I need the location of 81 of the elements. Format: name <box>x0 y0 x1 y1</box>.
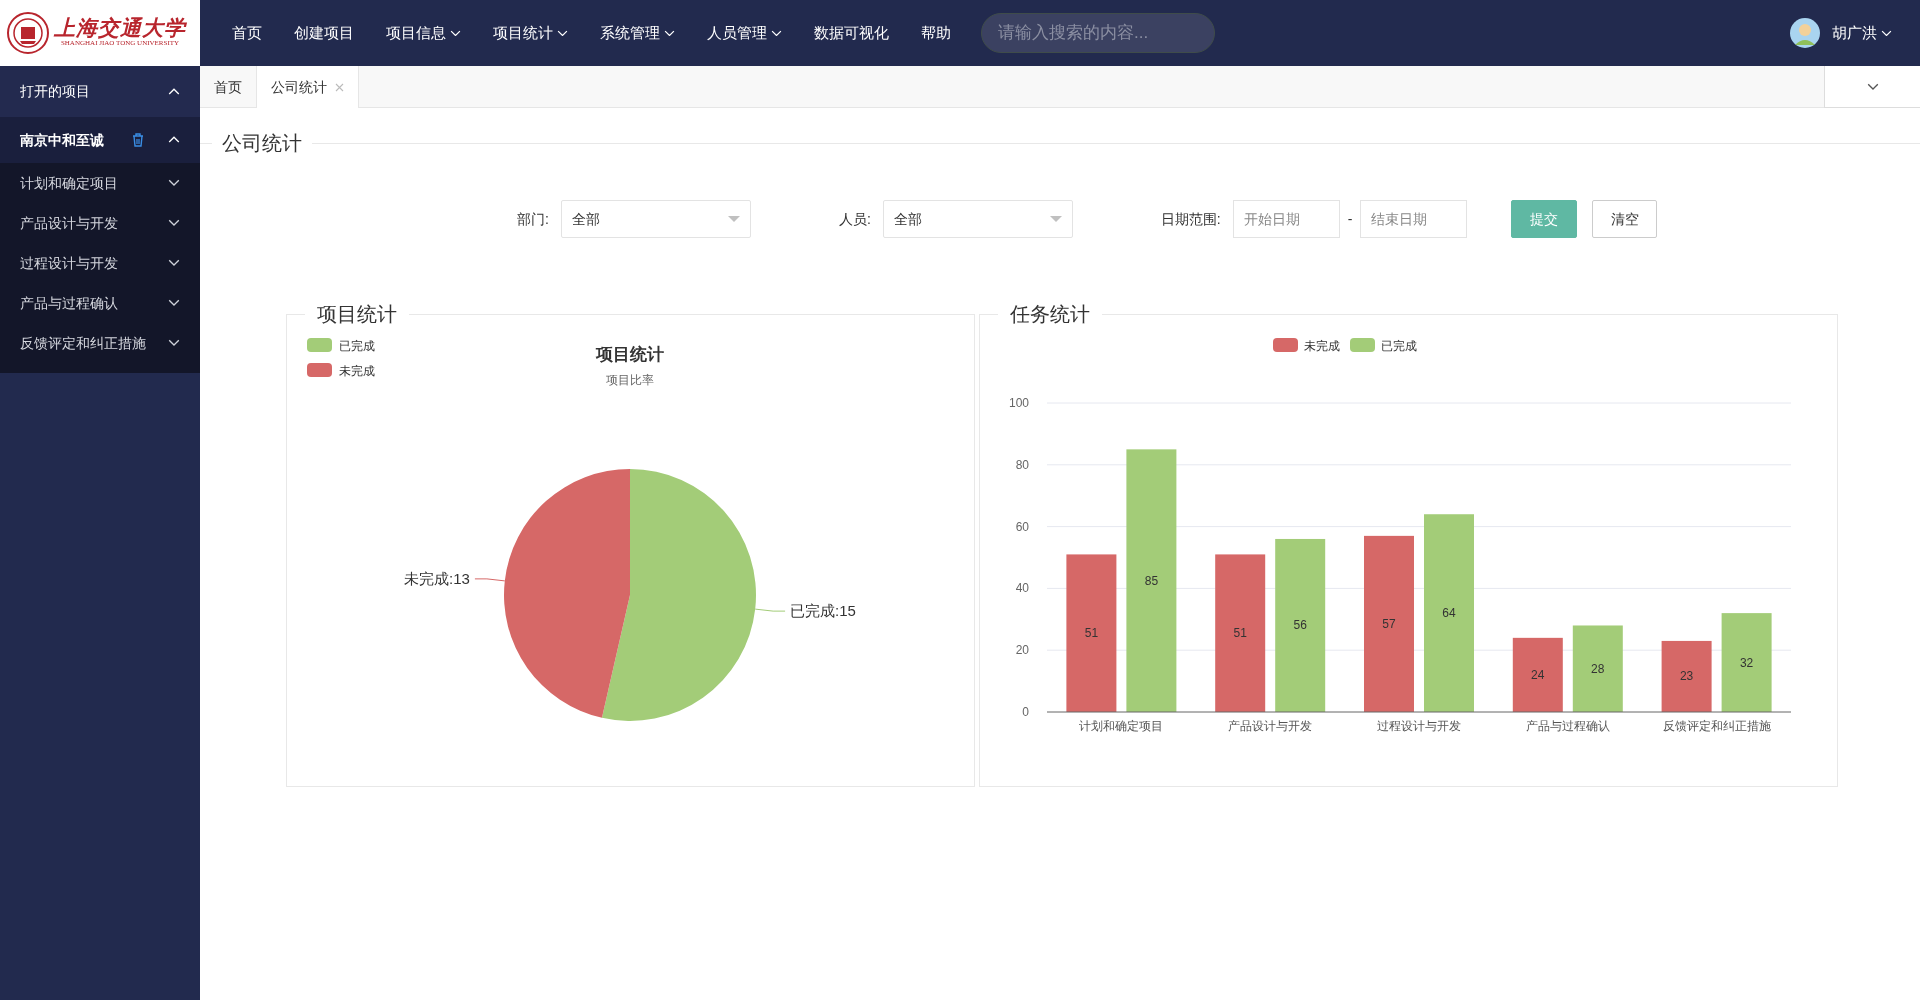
trash-icon[interactable] <box>132 133 144 147</box>
emblem-icon <box>6 11 50 55</box>
nav-menu[interactable]: 项目统计 <box>477 21 584 45</box>
filter-label: 人员: <box>838 209 871 229</box>
avatar-icon <box>1790 18 1820 48</box>
select-field[interactable]: 全部 <box>882 200 1073 238</box>
nav-menu[interactable]: 人员管理 <box>691 21 798 45</box>
chevron-down-icon <box>1866 82 1879 91</box>
chevron-down-icon <box>168 179 180 187</box>
nav-link[interactable]: 创建项目 <box>278 21 370 45</box>
category-label: 反馈评定和纠正措施 <box>1662 719 1771 733</box>
axis-tick-label: 60 <box>1015 519 1029 534</box>
bar-value-label: 64 <box>1442 606 1456 621</box>
axis-tick-label: 40 <box>1015 581 1029 596</box>
bar-value-label: 51 <box>1233 626 1247 641</box>
bar-value-label: 57 <box>1382 616 1396 631</box>
legend-label: 已完成 <box>1381 339 1417 353</box>
chevron-down-icon <box>450 29 461 37</box>
axis-tick-label: 20 <box>1015 643 1029 658</box>
chevron-down-icon <box>168 259 180 267</box>
category-label: 产品与过程确认 <box>1525 719 1610 733</box>
bar-value-label: 32 <box>1739 655 1754 670</box>
clear-button[interactable]: 清空 <box>1592 200 1658 238</box>
pie-label: 已完成:15 <box>790 602 856 620</box>
nav-link[interactable]: 首页 <box>216 21 278 45</box>
nav-link[interactable]: 数据可视化 <box>798 21 905 45</box>
university-name: 上海交通大学 <box>54 17 186 39</box>
bar-value-label: 85 <box>1144 573 1159 588</box>
date-separator: - <box>1347 209 1353 229</box>
chart-title: 项目统计 <box>596 345 664 364</box>
chevron-down-icon <box>168 299 180 307</box>
chevron-down-icon <box>168 339 180 347</box>
bar-value-label: 24 <box>1531 667 1545 682</box>
bar-value-label: 51 <box>1084 626 1099 641</box>
nav-menu[interactable]: 系统管理 <box>584 21 691 45</box>
caret-icon <box>1049 215 1062 223</box>
filter-label: 日期范围: <box>1160 209 1221 229</box>
caret-icon <box>727 215 740 223</box>
date-field[interactable]: 开始日期 <box>1232 200 1340 238</box>
axis-tick-label: 0 <box>1022 705 1029 719</box>
tab[interactable]: 公司统计 <box>257 66 359 108</box>
nav-menu[interactable]: 项目信息 <box>370 21 477 45</box>
chevron-down-icon <box>1881 29 1892 37</box>
leader-line <box>754 608 786 612</box>
page-title: 公司统计 <box>221 131 303 156</box>
sidebar-project[interactable]: 南京中和至诚 <box>0 117 200 163</box>
nav-link[interactable]: 帮助 <box>905 21 967 45</box>
chevron-up-icon <box>168 87 180 96</box>
bar-value-label: 23 <box>1679 669 1694 684</box>
legend-swatch <box>307 363 332 377</box>
chevron-up-icon <box>168 136 180 144</box>
legend-label: 已完成 <box>339 339 375 353</box>
panel-title: 任务统计 <box>1009 302 1091 327</box>
legend-swatch <box>1273 338 1298 352</box>
search-field[interactable]: 请输入搜索的内容... <box>981 13 1215 53</box>
category-label: 过程设计与开发 <box>1377 719 1461 733</box>
date-field[interactable]: 结束日期 <box>1360 200 1468 238</box>
bar-value-label: 28 <box>1591 661 1605 676</box>
category-label: 产品设计与开发 <box>1228 719 1313 733</box>
axis-tick-label: 80 <box>1015 457 1029 472</box>
legend-swatch <box>307 338 332 352</box>
legend-swatch <box>1350 338 1375 352</box>
axis-tick-label: 100 <box>1008 396 1029 410</box>
leader-line <box>474 578 506 582</box>
bar-value-label: 56 <box>1293 618 1307 633</box>
legend-label: 未完成 <box>339 364 375 378</box>
bar <box>1661 640 1712 712</box>
tab-list-dropdown[interactable] <box>1824 66 1920 108</box>
legend-label: 未完成 <box>1304 339 1340 353</box>
pie-label: 未完成:13 <box>404 569 470 587</box>
select-field[interactable]: 全部 <box>560 200 751 238</box>
filter-label: 部门: <box>517 209 549 229</box>
user-menu[interactable]: 胡广洪 <box>1828 21 1896 45</box>
chart-subtitle: 项目比率 <box>606 373 654 387</box>
panel-title: 项目统计 <box>316 302 398 327</box>
chevron-down-icon <box>771 29 782 37</box>
chevron-down-icon <box>168 219 180 227</box>
chevron-down-icon <box>664 29 675 37</box>
category-label: 计划和确定项目 <box>1079 719 1164 733</box>
chevron-down-icon <box>557 29 568 37</box>
close-icon[interactable] <box>335 82 344 92</box>
